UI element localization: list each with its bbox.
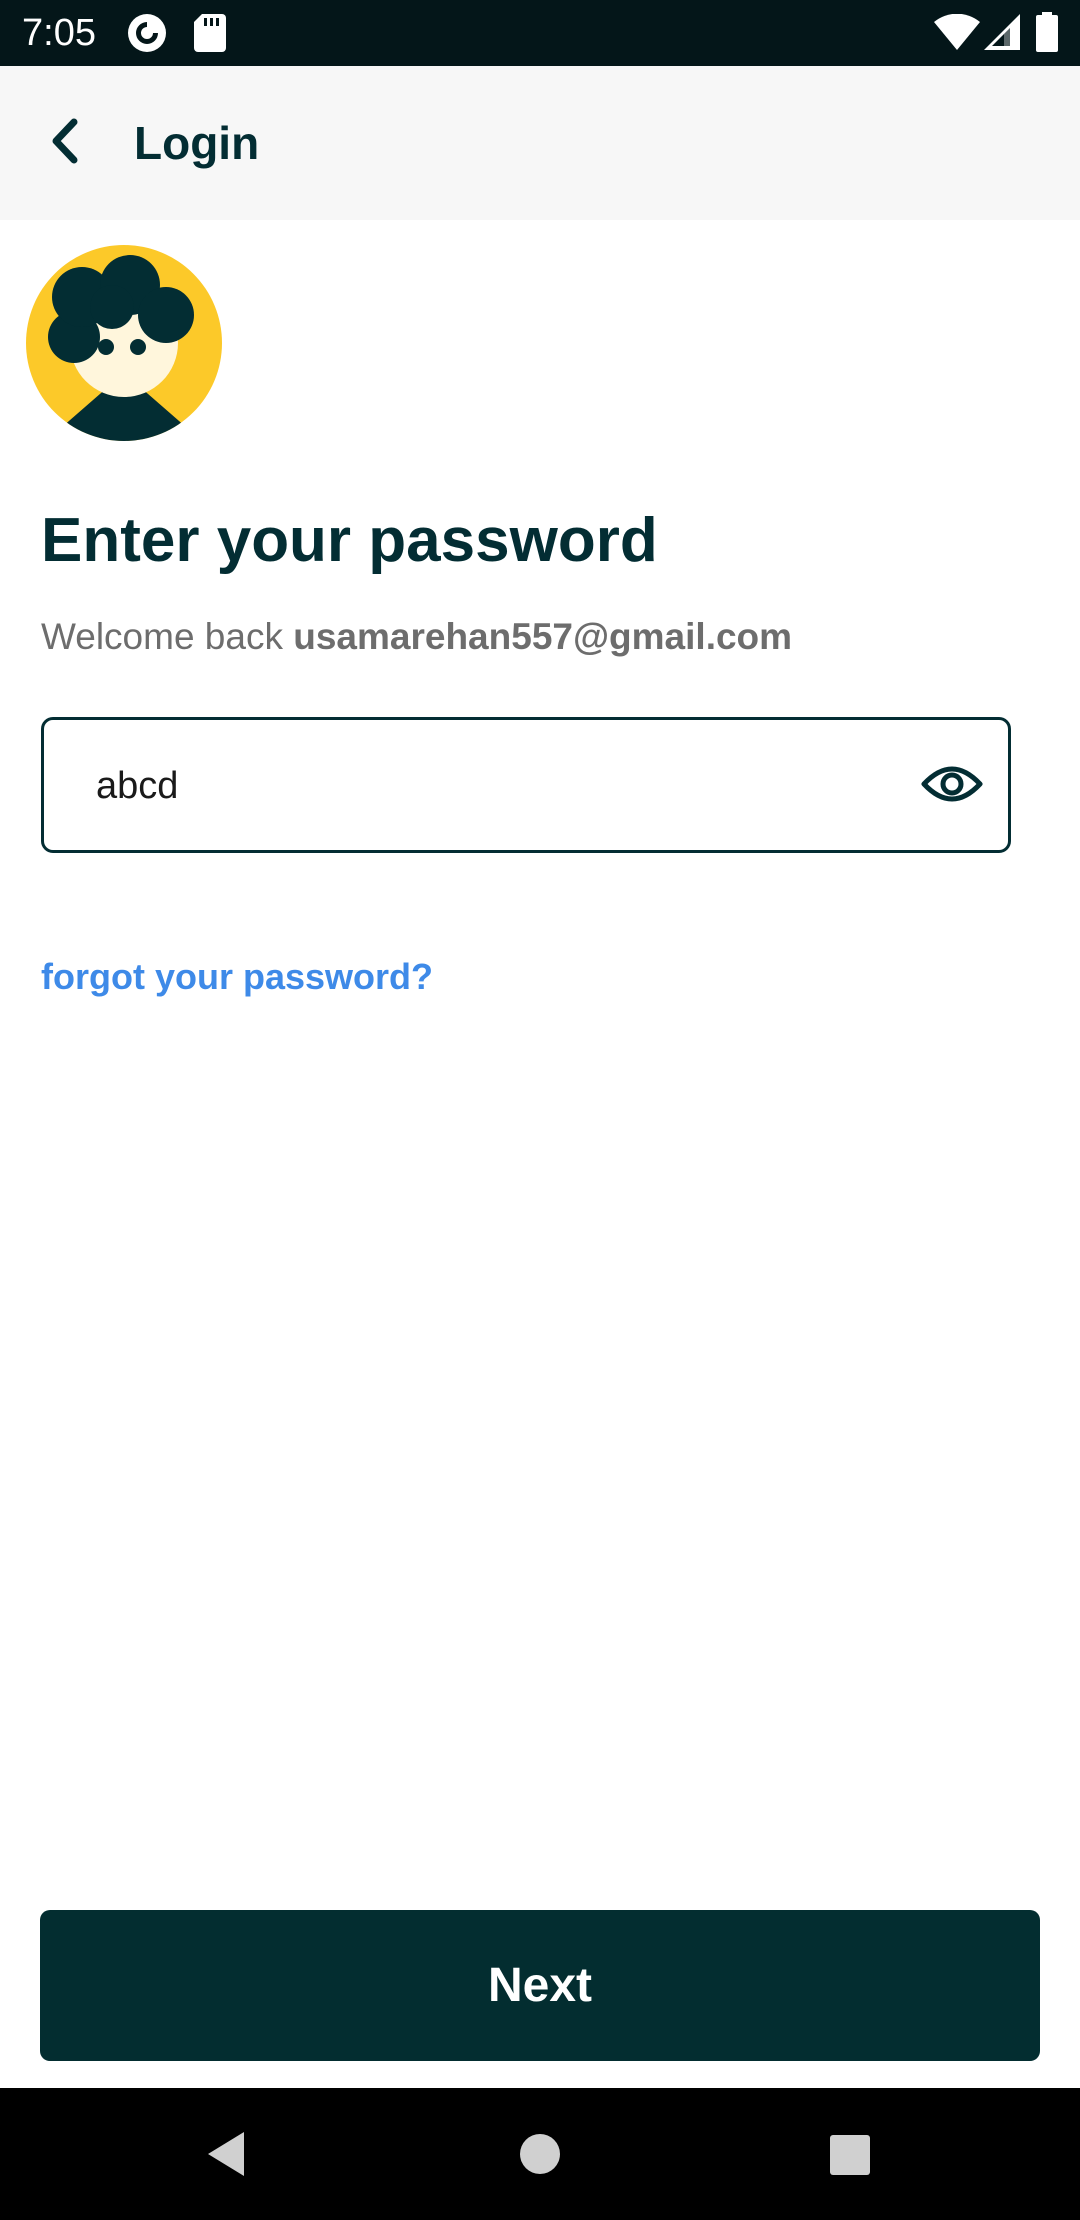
password-field [41,717,1011,853]
app-bar: Login [0,66,1080,220]
welcome-prefix: Welcome back [41,616,294,657]
recents-square-icon[interactable] [829,2134,871,2181]
back-button[interactable] [30,106,100,180]
status-time: 7:05 [22,12,96,54]
navigation-bar [0,2088,1080,2220]
chevron-left-icon [48,118,82,169]
sd-card-icon [194,14,226,57]
user-avatar-illustration [26,245,222,441]
user-email: usamarehan557@gmail.com [293,616,793,657]
battery-icon [1036,12,1058,57]
status-bar: 7:05 [0,0,1080,66]
welcome-message: Welcome back usamarehan557@gmail.com [41,612,792,662]
page-header-title: Login [134,117,260,169]
back-triangle-icon[interactable] [204,2130,248,2183]
toggle-password-visibility-button[interactable] [914,748,990,824]
pocket-casts-icon [126,12,168,59]
home-circle-icon[interactable] [519,2133,561,2180]
wifi-icon [934,13,980,55]
password-input[interactable] [96,754,876,818]
eye-icon [921,764,983,809]
next-button[interactable]: Next [40,1910,1040,2061]
signal-icon [984,14,1020,55]
forgot-password-link[interactable]: forgot your password? [41,952,433,1002]
page-title: Enter your password [41,506,658,575]
